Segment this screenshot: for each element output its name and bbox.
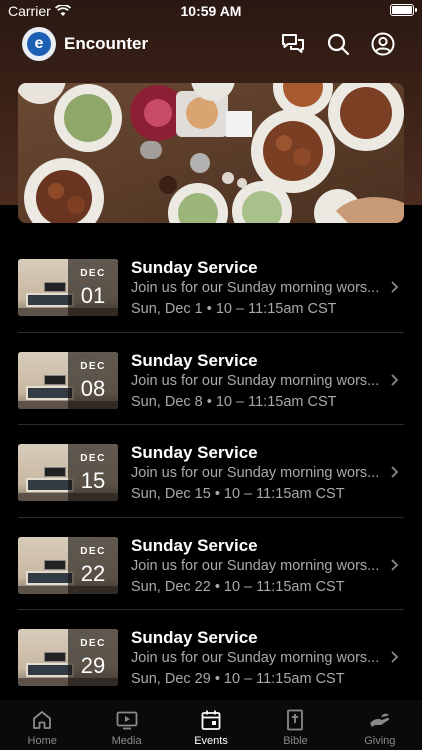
event-day: 08 (80, 375, 106, 401)
bible-icon (287, 709, 304, 731)
app-header: e Encounter (0, 25, 422, 63)
event-thumbnail: DEC 22 (18, 536, 118, 594)
tab-giving[interactable]: Giving (338, 700, 422, 750)
event-month: DEC (80, 360, 106, 372)
status-bar: Carrier 10:59 AM (0, 0, 422, 22)
event-day: 01 (80, 283, 106, 308)
clock: 10:59 AM (180, 3, 242, 19)
tab-label: Giving (364, 735, 396, 747)
event-row[interactable]: DEC 01 Sunday Service Join us for our Su… (18, 240, 404, 333)
tab-home[interactable]: Home (0, 700, 84, 750)
event-description: Join us for our Sunday morning wors... (131, 650, 380, 666)
event-description: Join us for our Sunday morning wors... (131, 465, 380, 481)
calendar-icon (201, 710, 221, 730)
event-datetime: Sun, Dec 22 • 10 – 11:15am CST (131, 578, 345, 595)
event-title: Sunday Service (131, 350, 258, 370)
event-title: Sunday Service (131, 443, 258, 462)
giving-icon (369, 713, 390, 727)
chevron-right-icon (391, 651, 399, 663)
tab-media[interactable]: Media (84, 700, 168, 750)
profile-icon[interactable] (370, 31, 396, 57)
event-month: DEC (80, 545, 106, 557)
chevron-right-icon (391, 373, 399, 386)
event-row[interactable]: DEC 15 Sunday Service Join us for our Su… (18, 425, 404, 518)
event-datetime: Sun, Dec 1 • 10 – 11:15am CST (131, 301, 337, 317)
event-month: DEC (80, 638, 106, 649)
event-description: Join us for our Sunday morning wors... (131, 372, 380, 389)
event-description: Join us for our Sunday morning wors... (131, 557, 380, 574)
tab-label: Media (111, 735, 142, 747)
media-icon (116, 711, 138, 730)
hero-image[interactable] (18, 83, 404, 223)
event-title: Sunday Service (131, 628, 258, 647)
event-day: 15 (80, 468, 106, 493)
home-icon (33, 711, 52, 729)
event-title: Sunday Service (131, 258, 258, 277)
event-day: 29 (80, 653, 106, 678)
event-month: DEC (80, 268, 106, 279)
event-day: 22 (80, 560, 106, 586)
event-datetime: Sun, Dec 29 • 10 – 11:15am CST (131, 671, 345, 687)
event-datetime: Sun, Dec 8 • 10 – 11:15am CST (131, 393, 337, 410)
chat-bubbles-icon[interactable] (280, 31, 306, 57)
food-table-image (18, 83, 404, 223)
chevron-right-icon (391, 466, 399, 478)
battery-icon (390, 4, 417, 16)
event-thumbnail: DEC 01 (18, 259, 118, 316)
tab-label: Bible (283, 735, 308, 747)
event-row[interactable]: DEC 22 Sunday Service Join us for our Su… (18, 518, 404, 610)
chevron-right-icon (391, 281, 399, 293)
logo-letter: e (27, 32, 51, 56)
event-thumbnail: DEC 15 (18, 444, 118, 501)
events-list: DEC 01 Sunday Service Join us for our Su… (18, 240, 404, 703)
event-thumbnail: DEC 29 (18, 629, 118, 686)
tab-bible[interactable]: Bible (253, 700, 337, 750)
tab-label: Events (194, 735, 228, 747)
event-row[interactable]: DEC 29 Sunday Service Join us for our Su… (18, 610, 404, 703)
event-row[interactable]: DEC 08 Sunday Service Join us for our Su… (18, 333, 404, 425)
event-datetime: Sun, Dec 15 • 10 – 11:15am CST (131, 486, 345, 502)
tab-events[interactable]: Events (169, 700, 253, 750)
app-title: Encounter (64, 34, 149, 53)
chevron-right-icon (391, 558, 399, 571)
tab-bar: Home Media Events Bible Giving (0, 700, 422, 750)
event-description: Join us for our Sunday morning wors... (131, 280, 380, 296)
event-thumbnail: DEC 08 (18, 351, 118, 409)
search-icon[interactable] (325, 31, 351, 57)
event-month: DEC (80, 453, 106, 464)
event-title: Sunday Service (131, 535, 258, 555)
app-logo[interactable]: e (22, 27, 56, 61)
tab-label: Home (27, 735, 57, 747)
